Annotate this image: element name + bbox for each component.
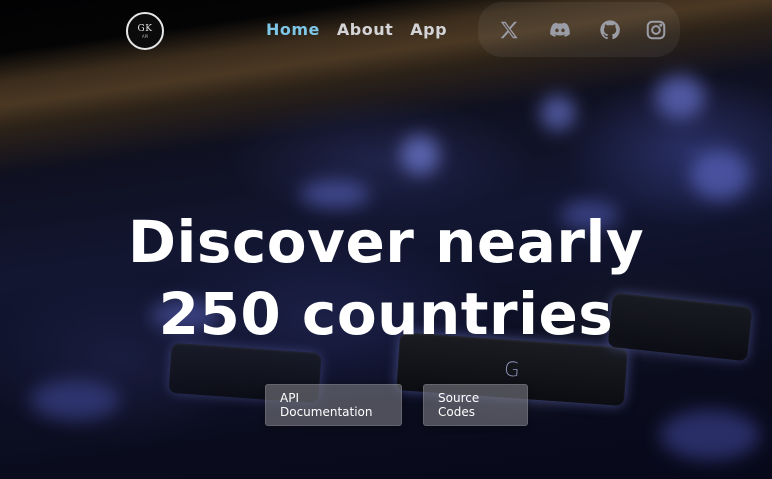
- nav-links: Home About App: [266, 20, 447, 39]
- social-bar: [478, 2, 680, 57]
- background-bokeh: [655, 75, 705, 119]
- logo-text: GK: [137, 23, 153, 34]
- x-icon[interactable]: [498, 19, 520, 41]
- hero-section: G GK API Home About App Discover nearly …: [0, 0, 772, 479]
- background-bokeh: [30, 380, 120, 420]
- hero-headline: Discover nearly 250 countries: [0, 206, 772, 350]
- headline-line-1: Discover nearly: [127, 208, 645, 276]
- background-bokeh: [540, 95, 576, 131]
- nav-link-home[interactable]: Home: [266, 20, 320, 39]
- key-glyph: G: [503, 356, 521, 382]
- source-codes-button[interactable]: Source Codes: [423, 384, 528, 426]
- logo-subtext: API: [141, 33, 149, 39]
- nav-link-about[interactable]: About: [337, 20, 393, 39]
- navbar: GK API Home About App: [0, 0, 772, 60]
- instagram-icon[interactable]: [645, 19, 667, 41]
- headline-line-2: 250 countries: [158, 280, 614, 348]
- discord-icon[interactable]: [548, 19, 572, 41]
- background-bokeh: [300, 180, 370, 208]
- github-icon[interactable]: [599, 19, 621, 41]
- api-documentation-button[interactable]: API Documentation: [265, 384, 402, 426]
- cta-buttons: API Documentation Source Codes: [265, 384, 528, 426]
- logo[interactable]: GK API: [126, 12, 164, 50]
- background-bokeh: [690, 150, 750, 200]
- background-bokeh: [400, 135, 440, 175]
- nav-link-app[interactable]: App: [410, 20, 447, 39]
- background-bokeh: [660, 410, 760, 460]
